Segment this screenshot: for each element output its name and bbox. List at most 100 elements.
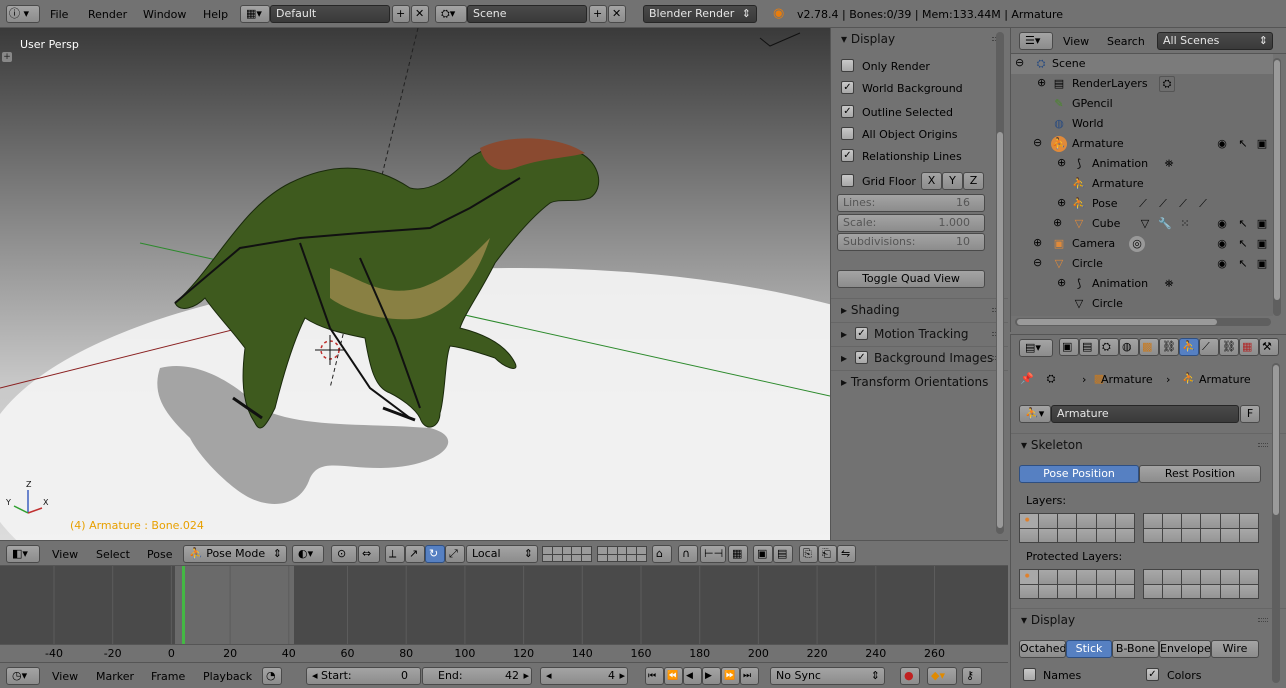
screen-layout-icon-button[interactable]: ▦▾ <box>240 5 270 23</box>
draw-type-envelope-button[interactable]: Envelope <box>1159 640 1211 658</box>
grid-axis-y-toggle[interactable]: Y <box>942 172 963 190</box>
shading-panel-header[interactable]: ▸ Shading <box>831 298 1008 320</box>
collapse-icon[interactable]: ⊖ <box>1033 136 1042 149</box>
background-images-checkbox[interactable]: ✓ <box>855 351 868 364</box>
menu-window[interactable]: Window <box>143 8 186 21</box>
render-camera-icon[interactable]: ▣ <box>1254 256 1270 272</box>
translate-manipulator-button[interactable]: ⟂ <box>385 545 405 563</box>
outliner-view-menu[interactable]: View <box>1063 35 1089 48</box>
grid-subdivisions-field[interactable]: Subdivisions: 10 <box>837 233 985 251</box>
bone-tab[interactable]: ⟋ <box>1199 338 1219 356</box>
scene-tab[interactable]: ⛭ <box>1099 338 1119 356</box>
armature-browse-button[interactable]: ⛹▾ <box>1019 405 1051 423</box>
pivot-point-select[interactable]: ⊙ <box>331 545 357 563</box>
draw-type-octahedral-button[interactable]: Octahed <box>1019 640 1066 658</box>
editor-type-info-button[interactable]: ⓘ ▾ <box>6 5 40 23</box>
outliner-row-circle[interactable]: ⊖ ▽ Circle ◉ ↖ ▣ <box>1011 254 1273 274</box>
use-preview-range-button[interactable]: ◔ <box>262 667 282 685</box>
bone-constraints-tab[interactable]: ⛓ <box>1219 338 1239 356</box>
menu-render[interactable]: Render <box>88 8 127 21</box>
scale-button[interactable]: ⤢ <box>445 545 465 563</box>
draw-type-stick-button[interactable]: Stick <box>1066 640 1112 658</box>
remove-scene-button[interactable]: ✕ <box>608 5 626 23</box>
armature-datablock-field[interactable]: Armature <box>1051 405 1239 423</box>
shelf-scrollbar[interactable] <box>996 32 1004 534</box>
world-tab[interactable]: ◍ <box>1119 338 1139 356</box>
insert-keyframe-button[interactable]: ⚷ <box>962 667 982 685</box>
relationship-lines-checkbox[interactable]: ✓ <box>841 149 854 162</box>
manipulator-toggle[interactable]: ⇔ <box>358 545 380 563</box>
timeline-editor[interactable]: -40 -20 0 20 40 60 80 100 120 140 160 180 200 220 240 2… <box>0 566 1008 662</box>
outliner-row-pose[interactable]: ⊕ ⛹ Pose ⟋ ⟋ ⟋ ⟋ <box>1011 194 1273 214</box>
transform-orientations-panel-header[interactable]: ▸ Transform Orientations <box>831 370 1008 392</box>
outliner-row-circle-animation[interactable]: ⊕ ⟆ Animation ⛯ <box>1011 274 1273 294</box>
outliner-hscrollbar[interactable] <box>1015 318 1271 326</box>
all-object-origins-checkbox[interactable] <box>841 127 854 140</box>
collapse-icon[interactable]: ⊖ <box>1015 56 1024 69</box>
keying-set-button[interactable]: ◆▾ <box>927 667 957 685</box>
protected-layers-a[interactable] <box>1019 569 1135 599</box>
render-animation-button[interactable]: ▤ <box>773 545 793 563</box>
next-keyframe-button[interactable]: ⏩ <box>721 667 740 685</box>
armature-data-tab[interactable]: ⛹ <box>1179 338 1199 356</box>
colors-checkbox[interactable]: ✓ <box>1146 668 1159 681</box>
outliner-vscroll-thumb[interactable] <box>1274 60 1280 300</box>
select-cursor-icon[interactable]: ↖ <box>1235 136 1251 152</box>
timeline-marker-menu[interactable]: Marker <box>96 670 134 683</box>
toggle-quad-view-button[interactable]: Toggle Quad View <box>837 270 985 288</box>
visibility-eye-icon[interactable]: ◉ <box>1214 136 1230 152</box>
editor-type-properties-button[interactable]: ▤▾ <box>1019 339 1053 357</box>
select-cursor-icon[interactable]: ↖ <box>1235 216 1251 232</box>
paste-pose-button[interactable]: ⎗ <box>818 545 837 563</box>
outliner-display-mode-select[interactable]: All Scenes ⇕ <box>1157 32 1273 50</box>
translate-button[interactable]: ↗ <box>405 545 425 563</box>
texture-tab[interactable]: ▦ <box>1239 338 1259 356</box>
snap-element-button[interactable]: ⊢⊣ <box>700 545 726 563</box>
outliner-row-armature[interactable]: ⊖ ⛹ Armature ◉ ↖ ▣ <box>1011 134 1273 154</box>
auto-keying-button[interactable]: ● <box>900 667 920 685</box>
outliner-row-camera[interactable]: ⊕ ▣ Camera ◎ ◉ ↖ ▣ <box>1011 234 1273 254</box>
play-reverse-button[interactable]: ◀ <box>683 667 702 685</box>
render-camera-icon[interactable]: ▣ <box>1254 216 1270 232</box>
outliner-row-circle-data[interactable]: ▽ Circle <box>1011 294 1273 314</box>
add-scene-button[interactable]: + <box>589 5 607 23</box>
timeline-view-menu[interactable]: View <box>52 670 78 683</box>
editor-type-timeline-button[interactable]: ◷▾ <box>6 667 40 685</box>
outliner-row-cube[interactable]: ⊕ ▽ Cube ▽ 🔧 ⁙ ◉ ↖ ▣ <box>1011 214 1273 234</box>
background-images-panel-header[interactable]: ▸ ✓ Background Images <box>831 346 1008 368</box>
render-layers-tab[interactable]: ▤ <box>1079 338 1099 356</box>
object-tab[interactable]: ▩ <box>1139 338 1159 356</box>
visibility-eye-icon[interactable]: ◉ <box>1214 216 1230 232</box>
expand-icon[interactable]: ⊕ <box>1033 236 1042 249</box>
playhead[interactable] <box>182 566 185 644</box>
render-tab[interactable]: ▣ <box>1059 338 1079 356</box>
grid-floor-checkbox[interactable] <box>841 174 854 187</box>
select-cursor-icon[interactable]: ↖ <box>1235 256 1251 272</box>
modifiers-tab[interactable]: ⚒ <box>1259 338 1279 356</box>
add-layout-button[interactable]: + <box>392 5 410 23</box>
pose-position-button[interactable]: Pose Position <box>1019 465 1139 483</box>
select-menu[interactable]: Select <box>96 548 130 561</box>
skeleton-panel-header[interactable]: ▾ Skeleton <box>1011 433 1286 455</box>
draw-type-wire-button[interactable]: Wire <box>1211 640 1259 658</box>
select-cursor-icon[interactable]: ↖ <box>1235 236 1251 252</box>
layer-buttons-b[interactable] <box>597 546 647 562</box>
view-menu[interactable]: View <box>52 548 78 561</box>
render-camera-icon[interactable]: ▣ <box>1254 136 1270 152</box>
protected-layers-b[interactable] <box>1143 569 1259 599</box>
timeline-playback-menu[interactable]: Playback <box>203 670 252 683</box>
grid-axis-x-toggle[interactable]: X <box>921 172 942 190</box>
outliner-row-animation[interactable]: ⊕ ⟆ Animation ⛯ <box>1011 154 1273 174</box>
play-button[interactable]: ▶ <box>702 667 721 685</box>
paste-flipped-pose-button[interactable]: ⇋ <box>837 545 856 563</box>
viewport-shading-select[interactable]: ◐▾ <box>292 545 324 563</box>
draw-type-bbone-button[interactable]: B-Bone <box>1112 640 1159 658</box>
render-camera-icon[interactable]: ▣ <box>1254 236 1270 252</box>
jump-end-button[interactable]: ⏭ <box>740 667 759 685</box>
screen-layout-field[interactable]: Default <box>270 5 390 23</box>
rest-position-button[interactable]: Rest Position <box>1139 465 1261 483</box>
display-settings-panel-header[interactable]: ▾ Display <box>1011 608 1286 630</box>
outliner-row-gpencil[interactable]: ✎ GPencil <box>1011 94 1273 114</box>
pin-icon[interactable]: 📌 <box>1019 371 1035 387</box>
display-panel-header[interactable]: ▾ Display <box>831 28 1008 50</box>
